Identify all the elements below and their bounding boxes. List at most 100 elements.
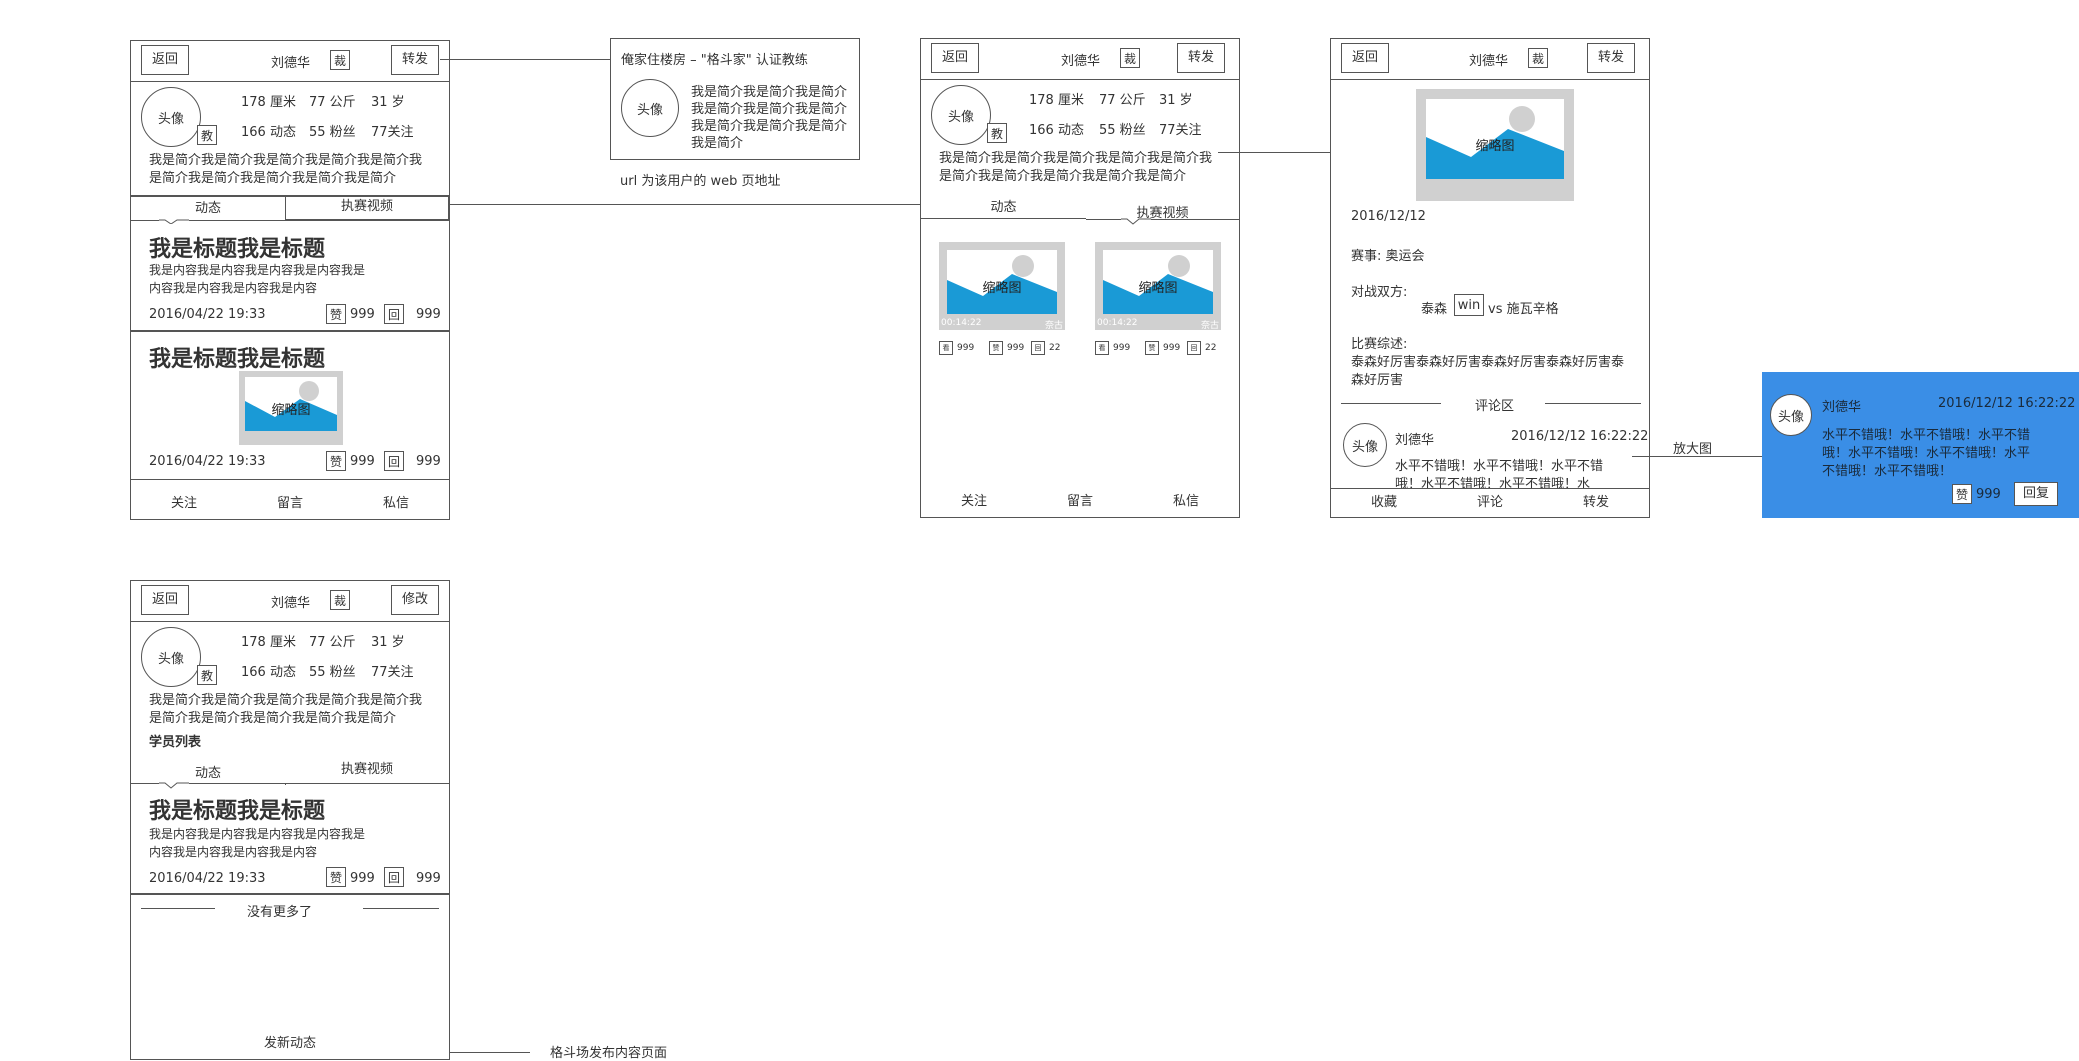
message-button[interactable]: 留言 [237,490,344,519]
follows-count[interactable]: 77关注 [1159,119,1202,138]
tab-posts-label: 动态 [990,200,1017,215]
follows-count[interactable]: 77关注 [371,661,414,680]
video-duration: 00:14:22 [1097,318,1138,328]
coach-badge: 教 [197,125,217,145]
avatar[interactable]: 头像 [141,627,201,687]
fans-count[interactable]: 55 粉丝 [309,121,356,140]
collect-button[interactable]: 收藏 [1331,488,1438,517]
bio-line: 是简介我是简介我是简介我是简介我是简介 [149,171,397,186]
profile-name: 刘德华 [271,56,311,71]
post-content: 内容我是内容我是内容我是内容 [149,845,318,859]
share-button[interactable]: 转发 [391,45,439,75]
posts-count[interactable]: 166 动态 [1029,119,1084,138]
commenter-avatar[interactable]: 头像 [1770,394,1812,436]
back-button[interactable]: 返回 [141,45,189,75]
tab-posts[interactable]: 动态 [921,199,1087,219]
height-stat: 178 厘米 [241,95,296,110]
share-button[interactable]: 转发 [1587,43,1635,73]
tab-videos[interactable]: 执赛视频 [285,196,449,220]
back-button[interactable]: 返回 [931,43,979,73]
video-thumbnail[interactable]: 缩略图 00:14:22 奈古 [939,242,1065,331]
share-button[interactable]: 转发 [1177,43,1225,73]
weight-stat: 77 公斤 [309,95,356,110]
message-button[interactable]: 留言 [1027,489,1134,517]
summary-text: 森好厉害 [1351,373,1404,388]
like-icon[interactable]: 赞 [1145,341,1159,355]
referee-badge: 裁 [330,50,350,70]
height-stat: 178 厘米 [241,635,296,650]
reply-icon[interactable]: 回 [384,304,404,324]
students-list-link[interactable]: 学员列表 [149,731,201,750]
avatar[interactable]: 头像 [931,85,991,145]
like-count: 999 [350,307,375,322]
comment-icon[interactable]: 回 [1031,341,1045,355]
thumb-label: 缩略图 [1475,139,1515,154]
profile-name: 刘德华 [1061,54,1101,69]
comment-icon[interactable]: 回 [1187,341,1201,355]
enlarged-comment: 头像 刘德华 2016/12/12 16:22:22 水平不错哦！水平不错哦！水… [1762,372,2079,518]
back-button[interactable]: 返回 [1341,43,1389,73]
comment-text: 水平不错哦！水平不错哦！水平不错 [1822,428,2031,443]
popup-header: 俺家住楼房 – "格斗家" 认证教练 [621,53,808,68]
edit-button[interactable]: 修改 [391,585,439,615]
bio-line: 我是简介我是简介我是简介我是简介我是简介我 [149,693,423,708]
fans-count[interactable]: 55 粉丝 [1099,119,1146,138]
weight-stat: 77 公斤 [1099,93,1146,108]
tab-videos[interactable]: 执赛视频 [285,759,449,783]
reply-icon[interactable]: 回 [384,451,404,471]
follows-count[interactable]: 77关注 [371,121,414,140]
share-bottom-button[interactable]: 转发 [1543,488,1649,517]
summary-text: 泰森好厉害泰森好厉害泰森好厉害泰森好厉害泰 [1351,355,1625,370]
like-icon[interactable]: 赞 [326,867,346,887]
views-icon: 看 [1095,341,1109,355]
follow-button[interactable]: 关注 [921,489,1028,517]
popup-note: url 为该用户的 web 页地址 [620,174,781,189]
like-icon[interactable]: 赞 [989,341,1003,355]
post-title[interactable]: 我是标题我是标题 [149,231,325,263]
like-icon[interactable]: 赞 [1952,484,1972,504]
comment-time: 2016/12/12 16:22:22 [1938,396,2076,411]
video-thumbnail[interactable]: 缩略图 00:14:22 奈古 [1095,242,1221,331]
comment-button[interactable]: 评论 [1437,488,1544,517]
match-event: 赛事: 奥运会 [1351,249,1425,264]
popup-avatar: 头像 [621,79,679,137]
side-a: 泰森 [1421,302,1448,317]
publish-note: 格斗场发布内容页面 [550,1046,668,1061]
profile-screen-videos: 返回 刘德华 裁 转发 头像 教 178 厘米 77 公斤 31 岁 166 动… [920,38,1240,518]
thumb-label: 缩略图 [271,403,311,418]
tab-posts[interactable]: 动态 [131,759,286,785]
posts-count[interactable]: 166 动态 [241,661,296,680]
reply-button[interactable]: 回复 [2014,482,2058,506]
comment-count: 22 [1205,343,1217,353]
age-stat: 31 岁 [371,95,405,110]
avatar[interactable]: 头像 [141,87,201,147]
post-title[interactable]: 我是标题我是标题 [149,341,325,373]
bio-line: 我是简介我是简介我是简介我是简介我是简介我 [939,151,1213,166]
post-thumbnail[interactable]: 缩略图 [239,371,343,445]
enlarge-label: 放大图 [1673,442,1713,457]
follow-button[interactable]: 关注 [131,490,238,519]
commenter-avatar[interactable]: 头像 [1343,423,1387,467]
publish-button[interactable]: 发新动态 [131,1031,449,1059]
bio-line: 我是简介我是简介我是简介我是简介我是简介我 [149,153,423,168]
video-tag: 奈古 [1044,321,1063,331]
like-count: 999 [1163,343,1181,353]
dm-button[interactable]: 私信 [343,490,449,519]
summary-label: 比赛综述: [1351,337,1408,352]
post-title[interactable]: 我是标题我是标题 [149,793,325,825]
tab-indicator-icon [159,219,189,224]
video-duration: 00:14:22 [941,318,982,328]
fans-count[interactable]: 55 粉丝 [309,661,356,680]
reply-count: 999 [416,307,441,322]
back-button[interactable]: 返回 [141,585,189,615]
tab-posts[interactable]: 动态 [131,196,286,220]
like-icon[interactable]: 赞 [326,304,346,324]
comment-text: 哦！水平不错哦！水平不错哦！水平 [1822,446,2031,461]
age-stat: 31 岁 [371,635,405,650]
like-icon[interactable]: 赞 [326,451,346,471]
video-thumbnail[interactable]: 缩略图 [1416,89,1574,201]
reply-icon[interactable]: 回 [384,867,404,887]
comment-text: 不错哦！水平不错哦！ [1822,464,1953,479]
dm-button[interactable]: 私信 [1133,489,1239,517]
posts-count[interactable]: 166 动态 [241,121,296,140]
